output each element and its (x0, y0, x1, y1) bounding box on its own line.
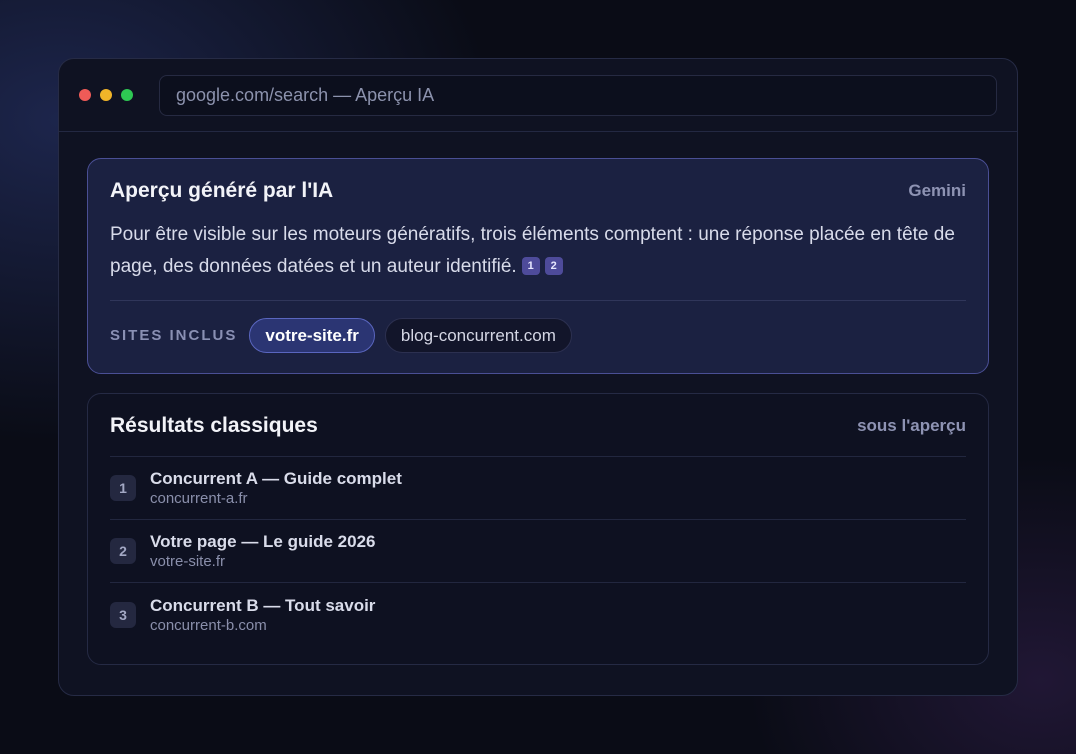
result-item[interactable]: 3 Concurrent B — Tout savoir concurrent-… (110, 583, 966, 646)
ai-overview-card: Aperçu généré par l'IA Gemini Pour être … (87, 158, 989, 374)
result-rank-badge: 1 (110, 475, 136, 501)
site-chip-votre-site[interactable]: votre-site.fr (249, 318, 375, 353)
result-url: votre-site.fr (150, 553, 226, 570)
result-text: Concurrent B — Tout savoir concurrent-b.… (150, 595, 375, 635)
close-window-button[interactable] (79, 89, 91, 101)
result-item[interactable]: 2 Votre page — Le guide 2026 votre-site.… (110, 520, 966, 583)
result-url: concurrent-b.com (150, 616, 267, 634)
ai-overview-title: Aperçu généré par l'IA (110, 179, 334, 202)
ai-overview-header: Aperçu généré par l'IA Gemini (110, 179, 966, 203)
classic-results-header: Résultats classiques sous l'aperçu (110, 413, 966, 439)
result-rank-badge: 3 (110, 601, 136, 628)
included-sites: SITES INCLUS votre-site.fr blog-concurre… (110, 318, 966, 353)
window-controls (79, 89, 133, 101)
maximize-window-button[interactable] (121, 89, 133, 101)
ai-provider-label: Gemini (908, 181, 966, 200)
ai-overview-text: Pour être visible sur les moteurs généra… (110, 219, 966, 283)
results-list: 1 Concurrent A — Guide complet concurren… (110, 456, 966, 646)
citation-badge-2[interactable]: 2 (544, 257, 563, 275)
result-title[interactable]: Concurrent A — Guide complet (150, 468, 402, 489)
classic-results-card: Résultats classiques sous l'aperçu 1 Con… (87, 393, 989, 665)
classic-results-tag: sous l'aperçu (857, 416, 966, 435)
classic-results-title: Résultats classiques (110, 414, 318, 437)
result-item[interactable]: 1 Concurrent A — Guide complet concurren… (110, 457, 966, 520)
result-text: Concurrent A — Guide complet concurrent-… (150, 468, 402, 508)
minimize-window-button[interactable] (100, 89, 112, 101)
browser-window: google.com/search — Aperçu IA Aperçu gén… (58, 58, 1018, 696)
result-title[interactable]: Concurrent B — Tout savoir (150, 595, 375, 616)
title-bar: google.com/search — Aperçu IA (59, 59, 1017, 132)
result-text: Votre page — Le guide 2026 votre-site.fr (150, 531, 375, 571)
page-content: Aperçu généré par l'IA Gemini Pour être … (59, 132, 1017, 665)
address-bar-url: google.com/search — Aperçu IA (176, 84, 435, 105)
result-url: concurrent-a.fr (150, 490, 248, 507)
result-rank-badge: 2 (110, 538, 136, 564)
citation-badge-1[interactable]: 1 (521, 257, 540, 275)
ai-overview-divider (110, 300, 966, 301)
result-title[interactable]: Votre page — Le guide 2026 (150, 531, 375, 552)
included-sites-label: SITES INCLUS (110, 327, 238, 344)
address-bar[interactable]: google.com/search — Aperçu IA (159, 74, 997, 116)
site-chip-blog-concurrent[interactable]: blog-concurrent.com (384, 318, 572, 353)
